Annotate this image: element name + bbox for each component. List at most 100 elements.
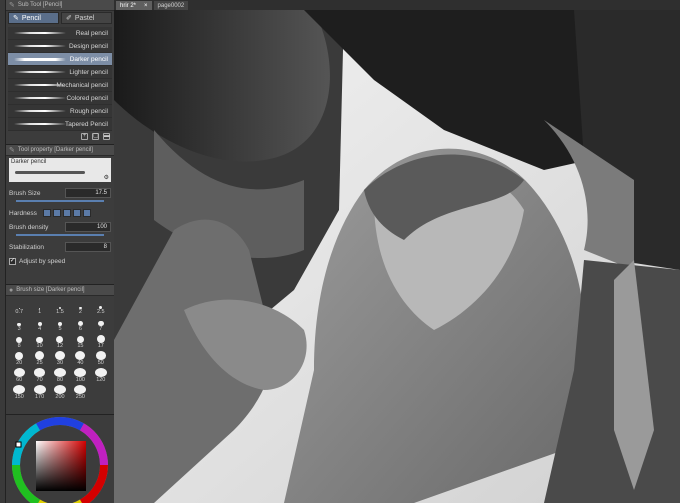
brush-item-design-pencil[interactable]: Design pencil xyxy=(8,40,112,53)
brush-item-rough-pencil[interactable]: Rough pencil xyxy=(8,105,112,118)
brush-item-darker-pencil[interactable]: Darker pencil xyxy=(8,53,112,66)
brush-size-value: 5 xyxy=(58,326,62,332)
brush-size-option[interactable]: 2 xyxy=(70,300,90,315)
brush-size-option[interactable]: 200 xyxy=(50,385,70,400)
brush-size-dot xyxy=(74,385,87,394)
stabilization-label: Stabilization xyxy=(9,243,45,251)
brush-size-value: 7 xyxy=(99,326,103,332)
tab-pastel[interactable]: ✐ Pastel xyxy=(61,12,112,24)
brush-size-value: 30 xyxy=(56,360,64,366)
brush-size-option[interactable]: 15 xyxy=(70,334,90,349)
brush-size-option[interactable]: 6 xyxy=(70,317,90,332)
brush-size-dot xyxy=(33,368,46,377)
close-icon[interactable]: × xyxy=(144,3,148,9)
canvas-tab-bar: hrir 2* × page0002 xyxy=(114,0,680,10)
hue-marker[interactable] xyxy=(15,441,22,448)
value-overlay xyxy=(36,441,86,491)
add-brush-icon[interactable]: + xyxy=(81,133,88,140)
brush-stroke-preview xyxy=(14,58,66,61)
tab-pencil[interactable]: ✎ Pencil xyxy=(8,12,59,24)
brush-size-option[interactable]: 250 xyxy=(70,385,90,400)
panel-title: Sub Tool [Pencil] xyxy=(17,2,63,8)
trash-icon[interactable]: ▬ xyxy=(103,133,110,140)
brush-size-value: 12 xyxy=(56,343,64,349)
brush-item-lighter-pencil[interactable]: Lighter pencil xyxy=(8,66,112,79)
brush-size-option[interactable]: 8 xyxy=(9,334,29,349)
brush-size-value: 1 xyxy=(38,309,42,315)
brush-size-field[interactable]: 17.5 xyxy=(65,188,111,198)
brush-size-option[interactable]: 120 xyxy=(91,368,111,383)
brush-size-value: 200 xyxy=(55,394,65,400)
brush-size-option[interactable]: 4 xyxy=(29,317,49,332)
tool-property-panel: ✎ Tool property [Darker pencil] Darker p… xyxy=(6,145,114,285)
brush-size-dot xyxy=(35,351,45,360)
canvas-artwork[interactable] xyxy=(114,10,680,503)
brush-size-option[interactable]: 30 xyxy=(50,351,70,366)
brush-stroke-preview xyxy=(14,110,66,112)
brush-size-option[interactable]: 1 xyxy=(29,300,49,315)
preset-preview[interactable]: Darker pencil ⚙ xyxy=(9,158,111,182)
wrench-icon: ✎ xyxy=(9,147,15,154)
brush-label: Real pencil xyxy=(75,29,108,37)
brush-size-dot xyxy=(96,335,105,343)
brush-size-option[interactable]: 1.5 xyxy=(50,300,70,315)
copy-icon[interactable]: ▢ xyxy=(92,133,99,140)
brush-size-value: 150 xyxy=(14,394,24,400)
brush-size-option[interactable]: 80 xyxy=(50,368,70,383)
artwork-illustration xyxy=(114,10,680,503)
brush-stroke-preview xyxy=(14,71,66,73)
brush-size-value: 40 xyxy=(77,360,84,366)
brush-size-option[interactable]: 20 xyxy=(9,351,29,366)
brush-item-colored-pencil[interactable]: Colored pencil xyxy=(8,92,112,105)
brush-density-field[interactable]: 100 xyxy=(65,222,111,232)
brush-icon: ● xyxy=(9,286,14,294)
brush-size-option[interactable]: 150 xyxy=(9,385,29,400)
color-wheel[interactable] xyxy=(6,415,114,503)
brush-size-option[interactable]: 2.5 xyxy=(91,300,111,315)
brush-item-mechanical-pencil[interactable]: Mechanical pencil xyxy=(8,79,112,92)
panel-title: Tool property [Darker pencil] xyxy=(17,147,93,153)
brush-density-row: Brush density 100 xyxy=(6,220,114,234)
brush-size-dot xyxy=(75,351,86,360)
brush-size-option[interactable]: 5 xyxy=(50,317,70,332)
brush-size-value: 2.5 xyxy=(96,309,105,315)
brush-label: Darker pencil xyxy=(69,55,108,63)
brush-size-value: 0.7 xyxy=(15,309,24,315)
brush-size-value: 80 xyxy=(56,377,64,383)
brush-size-grid: 0.7 1 1.5 2 2.5 3 4 5 6 7 8 10 12 15 17 20 25 30 40 50 60 70 8… xyxy=(6,296,114,404)
brush-size-option[interactable]: 60 xyxy=(9,368,29,383)
color-wheel-panel xyxy=(6,415,114,503)
canvas-tab-label: hrir 2* xyxy=(120,2,137,9)
brush-size-option[interactable]: 170 xyxy=(29,385,49,400)
brush-size-value: 3 xyxy=(17,326,21,332)
adjust-by-speed-checkbox[interactable]: ✓ xyxy=(9,257,16,265)
brush-density-label: Brush density xyxy=(9,223,49,231)
brush-item-tapered-pencil[interactable]: Tapered Pencil xyxy=(8,118,112,131)
brush-size-option[interactable]: 70 xyxy=(29,368,49,383)
brush-size-option[interactable]: 10 xyxy=(29,334,49,349)
wrench-icon[interactable]: ⚙ xyxy=(104,174,109,181)
tab-label: Pastel xyxy=(74,14,95,22)
brush-item-real-pencil[interactable]: Real pencil xyxy=(8,27,112,40)
brush-stroke-preview xyxy=(14,32,66,34)
brush-size-option[interactable]: 12 xyxy=(50,334,70,349)
stabilization-field[interactable]: 8 xyxy=(65,242,111,252)
brush-stroke-preview xyxy=(15,171,85,174)
hardness-selector[interactable] xyxy=(42,209,91,217)
brush-size-option[interactable]: 0.7 xyxy=(9,300,29,315)
brush-size-option[interactable]: 100 xyxy=(70,368,90,383)
canvas-tab-page0002[interactable]: page0002 xyxy=(153,1,189,10)
canvas-tab-hrir[interactable]: hrir 2* × xyxy=(116,1,152,10)
brush-size-slider[interactable] xyxy=(16,200,104,202)
brush-size-option[interactable]: 7 xyxy=(91,317,111,332)
brush-density-slider[interactable] xyxy=(16,234,104,236)
brush-size-value: 10 xyxy=(36,343,43,349)
brush-stroke-preview xyxy=(14,45,66,47)
brush-size-option[interactable]: 50 xyxy=(91,351,111,366)
brush-stroke-preview xyxy=(14,123,66,125)
preset-name: Darker pencil xyxy=(11,159,47,165)
brush-size-option[interactable]: 25 xyxy=(29,351,49,366)
brush-size-option[interactable]: 17 xyxy=(91,334,111,349)
brush-size-option[interactable]: 40 xyxy=(70,351,90,366)
brush-size-option[interactable]: 3 xyxy=(9,317,29,332)
